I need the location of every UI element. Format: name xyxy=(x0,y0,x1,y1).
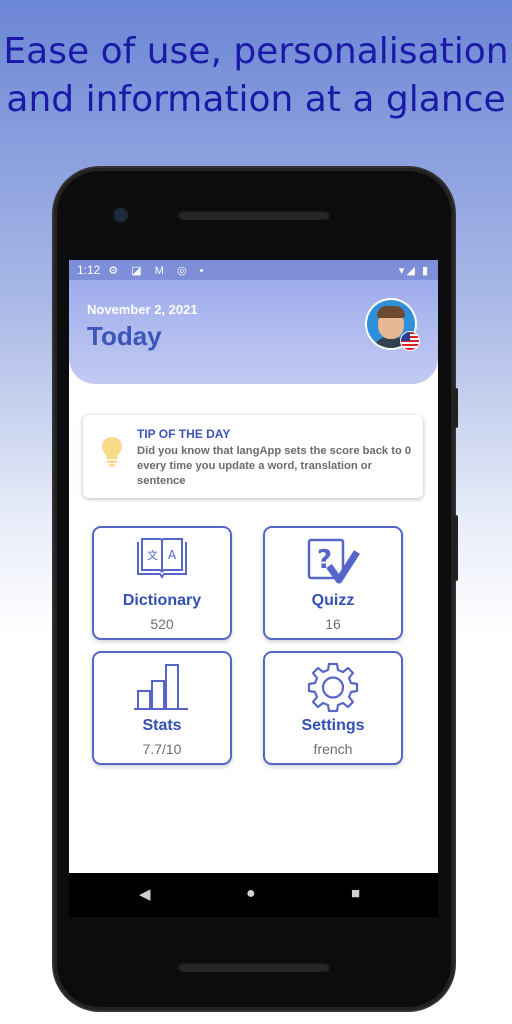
avatar-hair xyxy=(377,306,405,318)
dictionary-card[interactable]: 文 A Dictionary 520 xyxy=(92,526,232,640)
gear-icon xyxy=(307,662,359,713)
status-bar: 1:12 ⚙ ◪ M ◎ • ▾◢ ▮ xyxy=(69,260,438,280)
stats-card[interactable]: Stats 7.7/10 xyxy=(92,651,232,765)
settings-language: french xyxy=(313,741,353,757)
quizz-card[interactable]: ? Quizz 16 xyxy=(263,526,403,640)
bar-chart-icon xyxy=(134,664,188,710)
svg-text:文: 文 xyxy=(147,548,158,562)
settings-card[interactable]: Settings french xyxy=(263,651,403,765)
lightbulb-icon xyxy=(102,437,122,467)
front-camera xyxy=(114,208,128,222)
home-button[interactable]: ● xyxy=(246,885,256,903)
notification-icons: ⚙ ◪ M ◎ • xyxy=(108,264,209,277)
stats-label: Stats xyxy=(142,717,182,734)
promo-headline: Ease of use, personalisation and informa… xyxy=(0,28,512,124)
tip-of-the-day-card: TIP OF THE DAY Did you know that langApp… xyxy=(83,415,423,498)
current-date: November 2, 2021 xyxy=(87,302,198,317)
us-flag-icon[interactable] xyxy=(401,332,419,350)
headline-line-2: and information at a glance xyxy=(6,79,506,120)
volume-button xyxy=(453,515,458,581)
app-screen: 1:12 ⚙ ◪ M ◎ • ▾◢ ▮ November 2, 2021 Tod… xyxy=(69,260,438,873)
today-header: November 2, 2021 Today xyxy=(69,280,438,384)
android-nav-bar: ◀ ● ■ xyxy=(69,873,438,917)
power-button xyxy=(453,388,458,428)
page-title: Today xyxy=(87,321,162,351)
recents-button[interactable]: ■ xyxy=(351,885,360,902)
quizz-count: 16 xyxy=(325,616,341,632)
quizz-label: Quizz xyxy=(311,592,355,609)
stats-score: 7.7/10 xyxy=(142,741,182,757)
status-time: 1:12 xyxy=(77,263,101,277)
settings-label: Settings xyxy=(301,717,365,734)
quiz-icon: ? xyxy=(307,538,360,584)
dictionary-count: 520 xyxy=(150,616,174,632)
signal-battery-icons: ▾◢ ▮ xyxy=(398,264,430,277)
dictionary-label: Dictionary xyxy=(122,592,202,609)
bottom-speaker xyxy=(178,962,330,972)
dictionary-icon: 文 A xyxy=(137,538,187,579)
tip-text: Did you know that langApp sets the score… xyxy=(137,445,412,487)
top-speaker xyxy=(178,210,330,220)
svg-text:A: A xyxy=(168,548,177,562)
headline-line-1: Ease of use, personalisation xyxy=(3,31,509,72)
tip-title: TIP OF THE DAY xyxy=(137,427,231,441)
back-button[interactable]: ◀ xyxy=(139,885,151,903)
